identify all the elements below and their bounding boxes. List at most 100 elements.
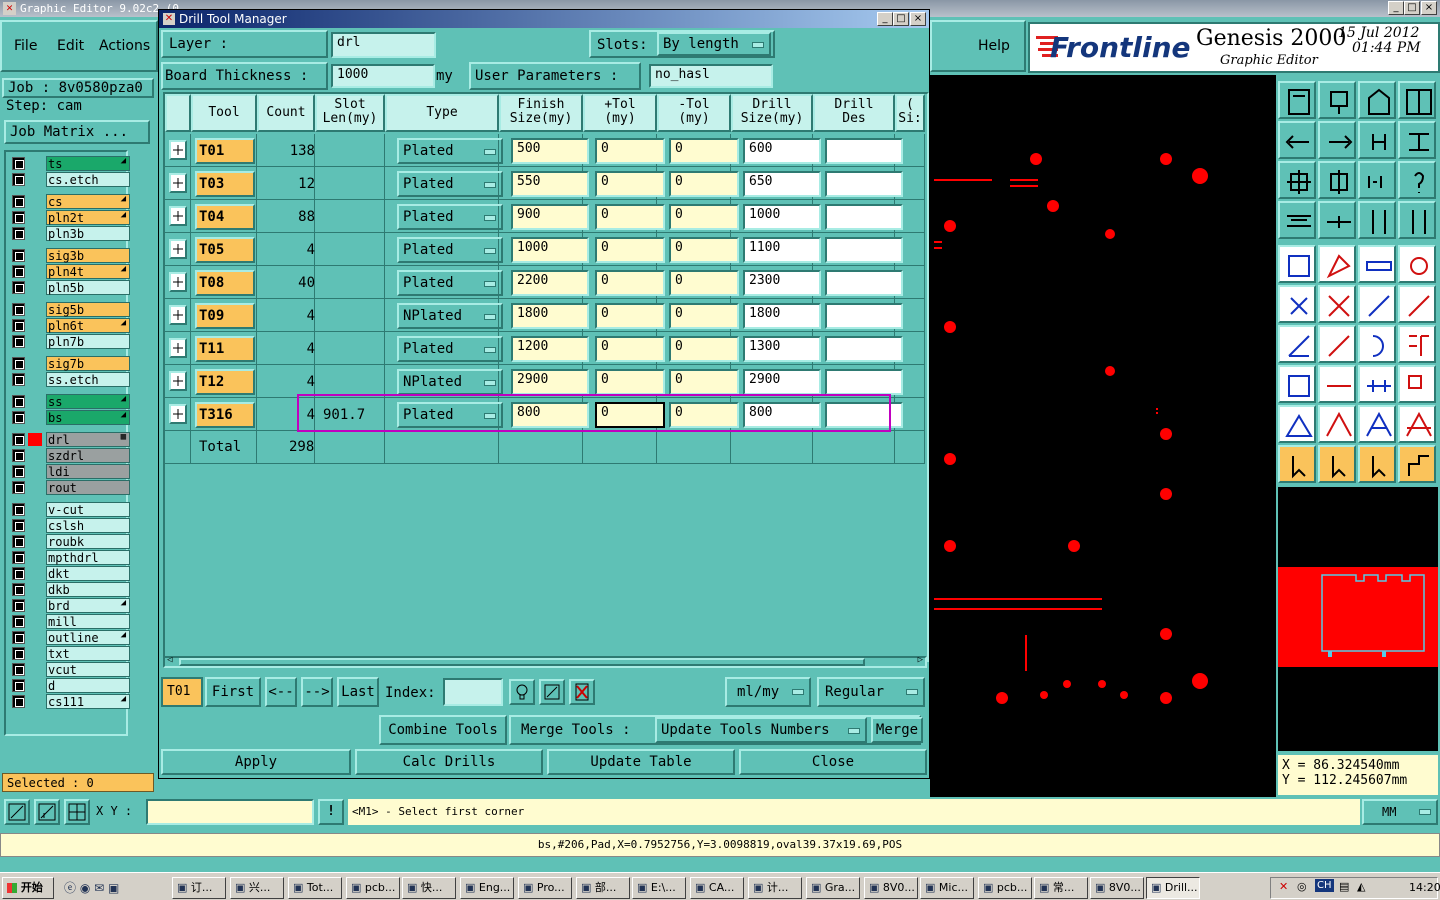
zoom-in-button[interactable] <box>1278 161 1316 199</box>
tool-name[interactable]: T316 <box>195 402 255 428</box>
layer-row-pln5b[interactable]: pln5b <box>10 280 130 295</box>
first-button[interactable]: First <box>205 677 261 707</box>
expand-button[interactable] <box>169 371 187 391</box>
layer-name[interactable]: cslsh <box>46 518 130 533</box>
tools-button[interactable] <box>1278 201 1316 239</box>
minimize-button[interactable]: _ <box>1388 1 1404 15</box>
units-select[interactable]: ml/my <box>725 677 811 707</box>
merge-option-select[interactable]: Update Tools Numbers <box>655 717 867 743</box>
tool-name[interactable]: T11 <box>195 336 255 362</box>
layer-row-cs.etch[interactable]: cs.etch <box>10 172 130 187</box>
drill-des-input[interactable] <box>825 303 903 329</box>
layer-name[interactable]: pln5b <box>46 280 130 295</box>
slash-button[interactable] <box>1318 325 1356 363</box>
layer-name[interactable]: roubk <box>46 534 130 549</box>
layer-checkbox[interactable] <box>12 433 25 446</box>
search-tool-button[interactable] <box>509 679 535 705</box>
layer-name[interactable]: ts <box>46 156 130 171</box>
type-select[interactable]: Plated <box>397 336 503 362</box>
merge-button[interactable]: Merge <box>871 717 923 743</box>
angle-button[interactable] <box>1278 325 1316 363</box>
expand-button[interactable] <box>169 140 187 160</box>
layer-row-dkb[interactable]: dkb <box>10 582 130 597</box>
layer-row-d[interactable]: d <box>10 678 130 693</box>
layer-row-cs[interactable]: cs ◢ <box>10 194 130 209</box>
layer-row-bs[interactable]: bs ◢ <box>10 410 130 425</box>
layer-checkbox[interactable] <box>12 551 25 564</box>
layer-input[interactable]: drl <box>331 32 436 58</box>
layer-name[interactable]: bs <box>46 410 130 425</box>
layer-name[interactable]: vcut <box>46 662 130 677</box>
minus-tol-input[interactable]: 0 <box>669 237 739 263</box>
layer-name[interactable]: sig3b <box>46 248 130 263</box>
text-button[interactable] <box>1398 325 1436 363</box>
finish-size-input[interactable]: 550 <box>511 171 589 197</box>
combine-tools-button[interactable]: Combine Tools <box>379 715 507 745</box>
surface-button[interactable] <box>1278 365 1316 403</box>
layer-checkbox[interactable] <box>12 647 25 660</box>
minus-tol-input[interactable]: 0 <box>669 204 739 230</box>
calc-drills-button[interactable]: Calc Drills <box>355 749 543 775</box>
finish-size-input[interactable]: 1200 <box>511 336 589 362</box>
net-button[interactable] <box>1278 285 1316 323</box>
mode-select[interactable]: Regular <box>817 677 925 707</box>
next-button[interactable]: --> <box>301 677 333 707</box>
layer-row-dkt[interactable]: dkt <box>10 566 130 581</box>
tray-x-icon[interactable]: ✕ <box>1279 880 1288 893</box>
layer-row-outline[interactable]: outline ◢ <box>10 630 130 645</box>
drill-size-input[interactable]: 1300 <box>743 336 821 362</box>
taskbar-item[interactable]: ▣ Tot... <box>288 877 342 899</box>
plus-tol-input[interactable]: 0 <box>595 171 665 197</box>
home-button[interactable] <box>1358 81 1396 119</box>
layer-name[interactable]: pln3b <box>46 226 130 241</box>
tool-name[interactable]: T01 <box>195 138 255 164</box>
type-select[interactable]: NPlated <box>397 369 503 395</box>
layer-row-v-cut[interactable]: v-cut <box>10 502 130 517</box>
finish-size-input[interactable]: 2900 <box>511 369 589 395</box>
taskbar-item[interactable]: ▣ 计... <box>748 877 802 899</box>
layer-checkbox[interactable] <box>12 663 25 676</box>
media-icon[interactable]: ◉ <box>80 881 90 895</box>
help-button[interactable] <box>1398 161 1436 199</box>
dialog-minimize-button[interactable]: _ <box>877 12 893 26</box>
scrollbar-thumb[interactable] <box>179 658 865 666</box>
minus-tol-input[interactable]: 0 <box>669 270 739 296</box>
type-select[interactable]: Plated <box>397 138 503 164</box>
layer-checkbox[interactable] <box>12 265 25 278</box>
layer-row-pln4t[interactable]: pln4t ◢ <box>10 264 130 279</box>
menu-actions[interactable]: Actions <box>99 38 150 54</box>
layers-button[interactable] <box>1358 201 1396 239</box>
plus-tol-input[interactable]: 0 <box>595 138 665 164</box>
layer-checkbox[interactable] <box>12 357 25 370</box>
type-select[interactable]: Plated <box>397 171 503 197</box>
taskbar-item[interactable]: ▣ E:\... <box>632 877 686 899</box>
layer-name[interactable]: mpthdrl <box>46 550 130 565</box>
pan-left-button[interactable] <box>1278 121 1316 159</box>
taskbar-item[interactable]: ▣ CA... <box>690 877 744 899</box>
minus-tol-input[interactable]: 0 <box>669 303 739 329</box>
layer-checkbox[interactable] <box>12 195 25 208</box>
layer-checkbox[interactable] <box>12 583 25 596</box>
layer-checkbox[interactable] <box>12 503 25 516</box>
layer-checkbox[interactable] <box>12 227 25 240</box>
tool-name[interactable]: T08 <box>195 270 255 296</box>
drill-size-input[interactable]: 1100 <box>743 237 821 263</box>
group-button[interactable] <box>1398 365 1436 403</box>
finish-size-input[interactable]: 900 <box>511 204 589 230</box>
select-pointer-button[interactable] <box>1278 445 1316 483</box>
ie-icon[interactable]: ⓔ <box>64 881 76 895</box>
layer-row-drl[interactable]: drl ▦ <box>10 432 130 447</box>
layer-name[interactable]: szdrl <box>46 448 130 463</box>
taskbar-item[interactable]: ▣ pcb... <box>978 877 1032 899</box>
taskbar-item[interactable]: ▣ 8V0... <box>1090 877 1144 899</box>
layer-row-roubk[interactable]: roubk <box>10 534 130 549</box>
start-button[interactable]: 开始 <box>2 877 54 899</box>
tray-network-icon[interactable]: ◭ <box>1357 880 1365 893</box>
layer-checkbox[interactable] <box>12 679 25 692</box>
circle-button[interactable] <box>1398 245 1436 283</box>
layer-checkbox[interactable] <box>12 303 25 316</box>
layer-name[interactable]: dkt <box>46 566 130 581</box>
units-mm-select[interactable]: MM <box>1362 799 1438 825</box>
scroll-left-icon[interactable]: ◁ <box>167 655 172 665</box>
job-matrix-button[interactable]: Job Matrix ... <box>4 120 150 144</box>
